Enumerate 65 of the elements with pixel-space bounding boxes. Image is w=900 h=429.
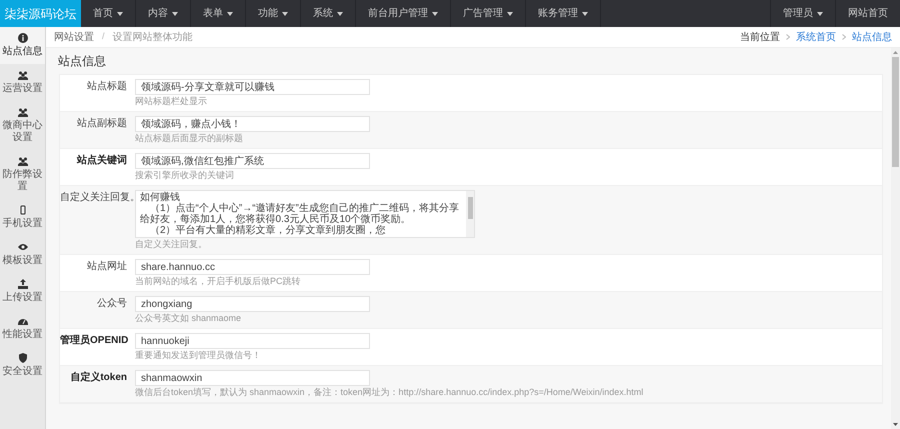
- text-field[interactable]: 领域源码，赚点小钱！: [135, 116, 370, 132]
- scrollbar-thumb[interactable]: [468, 197, 472, 219]
- scrollbar-thumb[interactable]: [892, 57, 899, 167]
- section-title: 站点信息: [57, 53, 107, 70]
- text-field[interactable]: shanmaowxin: [135, 370, 370, 386]
- sidebar-item[interactable]: 微商中心设置: [0, 101, 45, 150]
- people-icon: [18, 70, 28, 80]
- separator: /: [102, 30, 105, 44]
- caret-icon: [817, 12, 823, 16]
- shield-icon: [18, 353, 28, 363]
- field-label: 管理员OPENID: [60, 334, 130, 348]
- breadcrumb-link[interactable]: 系统首页: [796, 30, 836, 44]
- scrollbar[interactable]: [466, 191, 474, 237]
- caret-icon: [117, 12, 123, 16]
- people-icon: [18, 156, 28, 166]
- field-hint: 网站标题栏处显示: [135, 95, 208, 107]
- caret-icon: [582, 12, 588, 16]
- sidebar-item[interactable]: 安全设置: [0, 347, 45, 384]
- eye-icon: [18, 242, 28, 252]
- sidebar-item[interactable]: 运营设置: [0, 64, 45, 101]
- field-hint: 重要通知发送到管理员微信号！: [135, 349, 262, 361]
- field-label: 站点网址: [86, 260, 128, 274]
- sidebar-item[interactable]: 站点信息: [0, 27, 45, 64]
- location-label: 当前位置: [740, 30, 780, 44]
- field-hint: 站点标题后面显示的副标题: [135, 132, 244, 144]
- caret-icon: [432, 12, 438, 16]
- text-field[interactable]: share.hannuo.cc: [135, 259, 370, 275]
- page-title: 网站设置: [54, 30, 94, 44]
- sidebar-item[interactable]: 性能设置: [0, 310, 45, 347]
- caret-icon: [282, 12, 288, 16]
- dashboard-icon: [18, 316, 28, 326]
- people-icon: [18, 107, 28, 117]
- field-label: 自定义token: [69, 370, 128, 385]
- text-field[interactable]: 领域源码,微信红包推广系统: [135, 153, 370, 169]
- field-hint: 搜索引擎所收录的关键词: [135, 169, 235, 181]
- text-field[interactable]: zhongxiang: [135, 296, 370, 312]
- chevron-right-icon: [842, 34, 846, 40]
- caret-icon: [507, 12, 513, 16]
- sidebar-item[interactable]: 手机设置: [0, 199, 45, 236]
- field-label: 站点标题: [86, 80, 128, 94]
- field-hint: 公众号英文如 shanmaome: [135, 312, 242, 324]
- breadcrumb-link[interactable]: 站点信息: [852, 30, 892, 44]
- field-hint: 当前网站的域名，开启手机版后做PC跳转: [135, 275, 302, 287]
- caret-icon: [337, 12, 343, 16]
- chevron-right-icon: [786, 34, 790, 40]
- upload-icon: [18, 279, 28, 289]
- field-hint: 微信后台token填写，默认为 shanmaowxin，备注：token网址为：http://share.hannuo.cc/index.php?s=/Home/Weixin/index.html: [135, 386, 644, 398]
- text-field[interactable]: hannuokeji: [135, 333, 370, 349]
- caret-icon: [227, 12, 233, 16]
- caret-icon: [172, 12, 178, 16]
- text-field[interactable]: 领域源码-分享文章就可以赚钱: [135, 79, 370, 95]
- page-subtitle: 设置网站整体功能: [112, 30, 193, 44]
- field-label: 站点关键词: [76, 154, 128, 168]
- sidebar-item[interactable]: 模板设置: [0, 236, 45, 273]
- field-label: 自定义关注回复。: [60, 190, 135, 205]
- scrollbar[interactable]: [891, 48, 900, 429]
- field-label: 公众号: [96, 297, 128, 311]
- sidebar-item[interactable]: 防作弊设置: [0, 150, 45, 199]
- sidebar-item[interactable]: 上传设置: [0, 273, 45, 310]
- field-hint: 自定义关注回复。: [135, 238, 208, 250]
- scroll-up-arrow-icon[interactable]: [893, 51, 898, 54]
- field-label: 站点副标题: [76, 116, 128, 131]
- scroll-down-arrow-icon[interactable]: [893, 423, 898, 426]
- info-icon: [18, 33, 28, 43]
- phone-icon: [18, 205, 28, 215]
